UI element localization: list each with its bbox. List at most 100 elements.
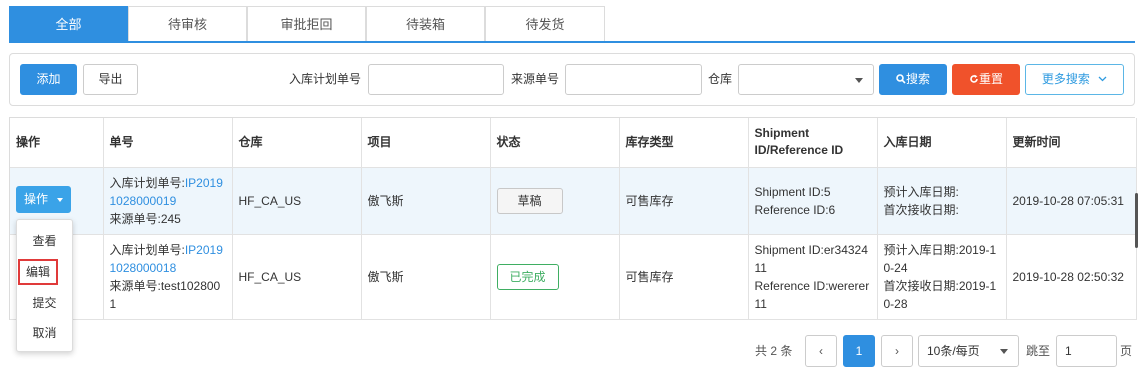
chevron-down-icon bbox=[1000, 349, 1008, 354]
updated-time-cell: 2019-10-28 02:50:32 bbox=[1006, 234, 1137, 320]
column-header: 项目 bbox=[361, 118, 491, 168]
first-receive-date-text: 0-28 bbox=[883, 296, 908, 311]
total-count: 共 2 条 bbox=[755, 344, 793, 358]
menu-item-edit[interactable]: 编辑 bbox=[18, 259, 58, 285]
project-cell: 傲飞斯 bbox=[361, 167, 491, 235]
source-no-label: 来源单号 bbox=[511, 72, 560, 86]
order-no-cell: 入库计划单号:IP2019 1028000018 来源单号:test102800… bbox=[103, 234, 233, 320]
tab-rejected[interactable]: 审批拒回 bbox=[247, 6, 366, 41]
status-cell: 草稿 bbox=[490, 167, 620, 235]
tab-pending-review[interactable]: 待审核 bbox=[128, 6, 247, 41]
first-receive-date-text: 首次接收日期: bbox=[883, 202, 959, 217]
add-button[interactable]: 添加 bbox=[20, 64, 77, 95]
inbound-date-cell: 预计入库日期:2019-1 0-24 首次接收日期:2019-1 0-28 bbox=[877, 234, 1007, 320]
column-header: 操作 bbox=[10, 118, 104, 168]
shipment-cell: Shipment ID:er34324 11 Reference ID:were… bbox=[748, 234, 878, 320]
shipment-id-text: Shipment ID:5 bbox=[754, 184, 831, 199]
more-search-button[interactable]: 更多搜索 bbox=[1025, 64, 1124, 95]
tab-all[interactable]: 全部 bbox=[9, 6, 128, 41]
more-search-label: 更多搜索 bbox=[1041, 72, 1090, 86]
plan-no-link[interactable]: IP2019 bbox=[185, 176, 223, 190]
shipment-cell: Shipment ID:5 Reference ID:6 bbox=[748, 167, 878, 235]
project-cell: 傲飞斯 bbox=[361, 234, 491, 320]
warehouse-cell: HF_CA_US bbox=[232, 234, 362, 320]
inbound-plan-table: 操作 单号 仓库 项目 状态 库存类型 Shipment ID/Referenc… bbox=[9, 117, 1137, 320]
expected-date-text: 0-24 bbox=[883, 260, 908, 275]
status-badge: 已完成 bbox=[496, 263, 559, 290]
first-receive-date-text: 首次接收日期:2019-1 bbox=[883, 278, 997, 293]
table-row[interactable]: 入库计划单号:IP2019 1028000019 来源单号:245 HF_CA_… bbox=[10, 167, 1137, 235]
search-toolbar: 添加 导出 入库计划单号 来源单号 仓库 搜索 重置 更多搜索 bbox=[9, 53, 1135, 106]
column-header: 单号 bbox=[103, 118, 233, 168]
column-header: 仓库 bbox=[232, 118, 362, 168]
tab-pending-packing[interactable]: 待装箱 bbox=[366, 6, 485, 41]
expected-date-text: 预计入库日期:2019-1 bbox=[883, 242, 997, 257]
plan-no-link[interactable]: 1028000018 bbox=[110, 259, 226, 277]
reference-id-text: Reference ID:6 bbox=[754, 202, 836, 217]
source-no-input[interactable] bbox=[565, 64, 702, 95]
plan-no-input[interactable] bbox=[368, 64, 504, 95]
jump-page-value: 1 bbox=[1065, 344, 1072, 358]
expected-date-text: 预计入库日期: bbox=[883, 184, 959, 199]
plan-no-prefix: 入库计划单号: bbox=[109, 175, 185, 190]
search-button[interactable]: 搜索 bbox=[879, 64, 947, 95]
menu-item-submit[interactable]: 提交 bbox=[17, 290, 72, 316]
status-badge-text: 草稿 bbox=[517, 193, 542, 208]
menu-item-cancel[interactable]: 取消 bbox=[17, 320, 72, 346]
refresh-icon bbox=[970, 74, 978, 83]
warehouse-cell: HF_CA_US bbox=[232, 167, 362, 235]
jump-page-input[interactable]: 1 bbox=[1056, 335, 1117, 367]
jump-label: 跳至 bbox=[1026, 344, 1051, 358]
status-badge-text: 已完成 bbox=[509, 269, 546, 284]
status-cell: 已完成 bbox=[490, 234, 620, 320]
updated-time-cell: 2019-10-28 07:05:31 bbox=[1006, 167, 1137, 235]
reset-button[interactable]: 重置 bbox=[952, 64, 1020, 95]
search-icon bbox=[896, 74, 906, 84]
plan-no-prefix: 入库计划单号: bbox=[109, 242, 185, 257]
status-badge: 草稿 bbox=[496, 187, 563, 214]
menu-item-view[interactable]: 查看 bbox=[17, 228, 72, 254]
page-button-current[interactable]: 1 bbox=[843, 335, 875, 367]
page-suffix: 页 bbox=[1120, 344, 1133, 358]
column-header: Shipment ID/Reference ID bbox=[748, 118, 878, 168]
status-tabs: 全部 待审核 审批拒回 待装箱 待发货 bbox=[9, 6, 1135, 43]
actions-menu: 查看 编辑 提交 取消 bbox=[16, 219, 73, 352]
actions-dropdown-button[interactable]: 操作 bbox=[16, 186, 71, 213]
export-button[interactable]: 导出 bbox=[83, 64, 138, 95]
shipment-id-text: 11 bbox=[754, 260, 767, 275]
plan-no-link[interactable]: 1028000019 bbox=[110, 192, 226, 210]
source-no-text: 来源单号:test102800 bbox=[109, 278, 221, 293]
reset-button-label: 重置 bbox=[978, 72, 1003, 86]
next-page-button[interactable]: › bbox=[881, 335, 913, 367]
reference-id-text: Reference ID:wererer bbox=[754, 278, 870, 293]
stock-type-cell: 可售库存 bbox=[619, 234, 749, 320]
chevron-down-icon bbox=[855, 78, 863, 83]
order-no-cell: 入库计划单号:IP2019 1028000019 来源单号:245 bbox=[103, 167, 233, 235]
table-header: 操作 单号 仓库 项目 状态 库存类型 Shipment ID/Referenc… bbox=[10, 118, 1137, 168]
shipment-id-text: Shipment ID:er34324 bbox=[754, 242, 868, 257]
tab-pending-shipment[interactable]: 待发货 bbox=[485, 6, 605, 41]
search-button-label: 搜索 bbox=[905, 72, 930, 86]
column-header: 状态 bbox=[490, 118, 620, 168]
source-no-text: 1 bbox=[109, 296, 117, 311]
page-size-value: 10条/每页 bbox=[927, 344, 980, 358]
plan-no-link[interactable]: IP2019 bbox=[185, 243, 223, 257]
caret-down-icon bbox=[57, 198, 63, 202]
source-no-text: 来源单号:245 bbox=[109, 211, 181, 226]
prev-page-button[interactable]: ‹ bbox=[805, 335, 837, 367]
actions-button-label: 操作 bbox=[24, 192, 49, 206]
inbound-date-cell: 预计入库日期: 首次接收日期: bbox=[877, 167, 1007, 235]
warehouse-label: 仓库 bbox=[708, 72, 733, 86]
page-size-select[interactable]: 10条/每页 bbox=[918, 335, 1019, 367]
reference-id-text: 11 bbox=[754, 296, 767, 311]
column-header: 库存类型 bbox=[619, 118, 749, 168]
column-header: 入库日期 bbox=[877, 118, 1007, 168]
plan-no-label: 入库计划单号 bbox=[289, 72, 362, 86]
warehouse-select[interactable] bbox=[738, 64, 874, 95]
stock-type-cell: 可售库存 bbox=[619, 167, 749, 235]
column-header-line: ID/Reference ID bbox=[754, 143, 844, 158]
column-header-line: Shipment bbox=[754, 126, 810, 141]
table-row[interactable]: 入库计划单号:IP2019 1028000018 来源单号:test102800… bbox=[10, 234, 1137, 320]
chevron-down-icon bbox=[1098, 76, 1107, 82]
column-header: 更新时间 bbox=[1006, 118, 1137, 168]
